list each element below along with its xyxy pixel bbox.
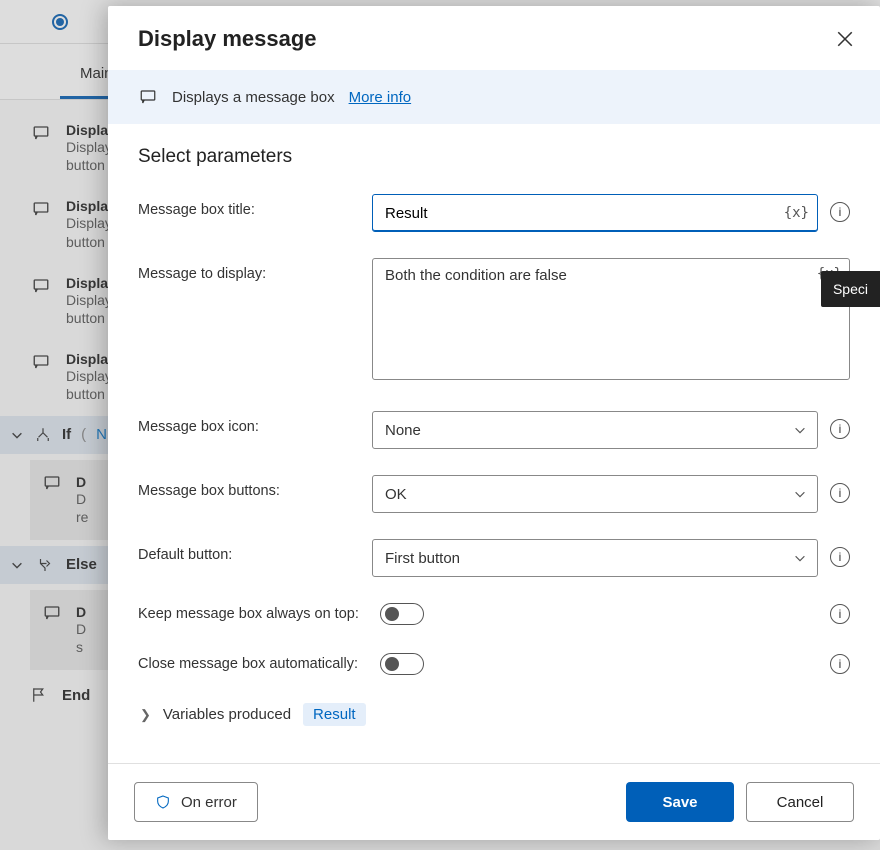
close-icon[interactable] [836, 30, 854, 48]
more-info-link[interactable]: More info [349, 89, 412, 106]
cancel-button[interactable]: Cancel [746, 782, 854, 822]
dialog-footer: On error Save Cancel [108, 763, 880, 840]
variable-pill[interactable]: Result [303, 703, 366, 726]
label-auto-close: Close message box automatically: [138, 656, 360, 672]
label-always-on-top: Keep message box always on top: [138, 606, 360, 622]
info-icon[interactable]: i [830, 202, 850, 222]
select-value: First button [385, 550, 460, 567]
display-message-dialog: Display message Displays a message box M… [108, 6, 880, 840]
dialog-body: Select parameters Message box title: {x}… [108, 124, 880, 763]
label-message-box-icon: Message box icon: [138, 411, 360, 435]
dialog-title: Display message [138, 26, 317, 52]
auto-close-toggle[interactable] [380, 653, 424, 675]
message-box-title-field[interactable] [385, 195, 777, 231]
select-value: OK [385, 486, 407, 503]
save-button[interactable]: Save [626, 782, 734, 822]
chevron-down-icon [793, 487, 807, 501]
chevron-down-icon [793, 423, 807, 437]
info-icon[interactable]: i [830, 654, 850, 674]
insert-variable-icon[interactable]: {x} [784, 205, 809, 221]
variables-produced-label: Variables produced [163, 706, 291, 723]
message-icon [138, 88, 158, 106]
dialog-info-strip: Displays a message box More info [108, 70, 880, 124]
info-icon[interactable]: i [830, 419, 850, 439]
shield-icon [155, 793, 171, 811]
info-icon[interactable]: i [830, 547, 850, 567]
message-to-display-input[interactable] [372, 258, 850, 380]
dialog-header: Display message [108, 6, 880, 70]
on-error-button[interactable]: On error [134, 782, 258, 822]
info-icon[interactable]: i [830, 604, 850, 624]
chevron-right-icon[interactable]: ❯ [140, 707, 151, 723]
chevron-down-icon [793, 551, 807, 565]
default-button-select[interactable]: First button [372, 539, 818, 577]
always-on-top-toggle[interactable] [380, 603, 424, 625]
message-box-icon-select[interactable]: None [372, 411, 818, 449]
message-box-buttons-select[interactable]: OK [372, 475, 818, 513]
label-message-to-display: Message to display: [138, 258, 360, 282]
select-value: None [385, 422, 421, 439]
message-box-title-input[interactable]: {x} [372, 194, 818, 232]
info-text: Displays a message box [172, 89, 335, 106]
variables-produced-row[interactable]: ❯ Variables produced Result [140, 703, 850, 726]
info-icon[interactable]: i [830, 483, 850, 503]
tooltip-hint: Speci [821, 271, 880, 307]
label-message-box-buttons: Message box buttons: [138, 475, 360, 499]
label-message-box-title: Message box title: [138, 194, 360, 218]
label-default-button: Default button: [138, 539, 360, 563]
section-heading: Select parameters [138, 146, 850, 168]
